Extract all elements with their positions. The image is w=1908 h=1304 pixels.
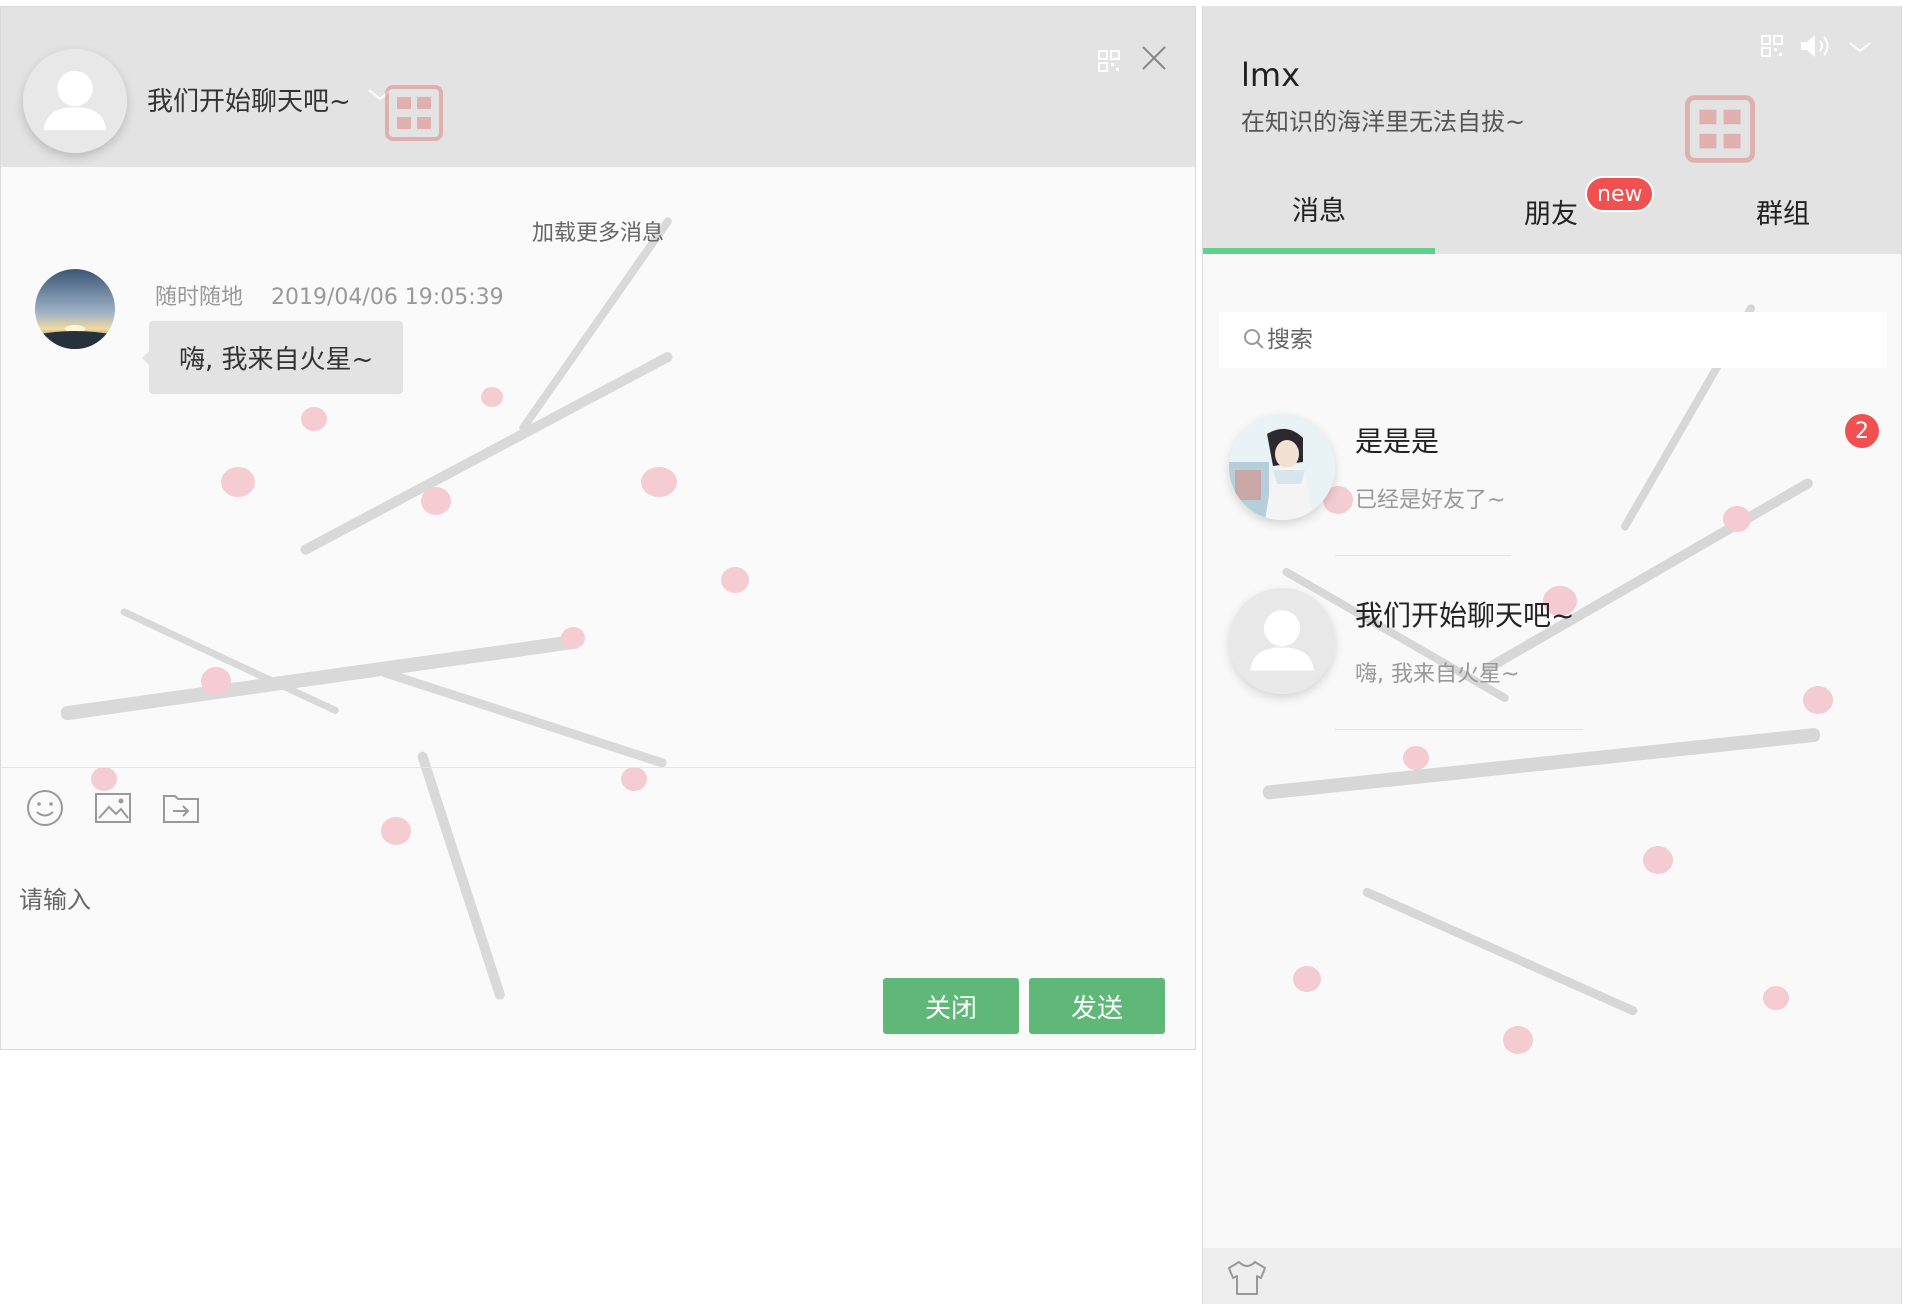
sender-avatar[interactable]: [35, 269, 115, 349]
message-input[interactable]: [19, 860, 1169, 940]
chevron-down-icon[interactable]: [1847, 32, 1873, 60]
conversation-item[interactable]: 我们开始聊天吧~ 嗨, 我来自火星~: [1203, 556, 1901, 730]
message-time: 2019/04/06 19:05:39: [271, 285, 504, 310]
chat-title: 我们开始聊天吧~: [147, 87, 351, 117]
conversation-avatar: [1229, 588, 1335, 694]
conversation-name: 我们开始聊天吧~: [1355, 599, 1575, 632]
main-panel: lmx 在知识的海洋里无法自拔~ 消息 朋友 群组 new 搜索 是是是 已经是…: [1202, 6, 1902, 1304]
send-button[interactable]: 发送: [1029, 978, 1165, 1034]
image-icon[interactable]: [93, 788, 133, 828]
qrcode-icon[interactable]: [1097, 49, 1121, 73]
conversation-preview: 嗨, 我来自火星~: [1355, 662, 1520, 687]
conversation-avatar: [1229, 414, 1335, 520]
contact-avatar[interactable]: [23, 49, 127, 153]
search-box[interactable]: [1219, 312, 1887, 368]
load-more-link[interactable]: 加载更多消息: [1, 215, 1195, 247]
conversation-divider: [1335, 729, 1583, 730]
message-list[interactable]: 加载更多消息 随时随地 2019/04/06 19:05:39 嗨, 我来自火星~: [1, 167, 1195, 771]
user-placeholder-icon: [23, 49, 127, 153]
message-bubble: 嗨, 我来自火星~: [141, 321, 404, 394]
chat-window: 我们开始聊天吧~ 加载更多消息 随时随地 2019/04/06 19:05:39…: [0, 6, 1196, 1050]
input-area: 关闭 发送: [1, 767, 1195, 1049]
chat-header: 我们开始聊天吧~: [1, 7, 1195, 167]
panel-footer: [1203, 1248, 1901, 1304]
close-icon[interactable]: [1139, 43, 1169, 73]
conversation-item[interactable]: 是是是 已经是好友了~ 2: [1203, 382, 1901, 556]
new-badge: new: [1585, 176, 1655, 212]
sender-name: 随时随地: [155, 285, 244, 310]
conversation-name: 是是是: [1355, 425, 1440, 458]
seal-stamp-icon: [1685, 94, 1755, 164]
conversation-preview: 已经是好友了~: [1355, 488, 1506, 513]
sound-icon[interactable]: [1799, 32, 1833, 60]
unread-count-badge: 2: [1845, 414, 1879, 448]
qrcode-icon[interactable]: [1761, 32, 1783, 60]
tab-groups[interactable]: 群组: [1667, 168, 1899, 254]
user-name[interactable]: lmx: [1241, 56, 1300, 94]
tab-messages[interactable]: 消息: [1203, 168, 1435, 254]
close-button[interactable]: 关闭: [883, 978, 1019, 1034]
message-meta: 随时随地 2019/04/06 19:05:39: [155, 279, 504, 311]
user-placeholder-icon: [1229, 588, 1335, 694]
file-icon[interactable]: [161, 788, 201, 828]
search-icon: [1244, 329, 1264, 349]
tab-bar: 消息 朋友 群组: [1203, 168, 1901, 254]
user-signature[interactable]: 在知识的海洋里无法自拔~: [1241, 102, 1525, 137]
search-input[interactable]: [1267, 320, 1867, 360]
panel-header: lmx 在知识的海洋里无法自拔~: [1203, 6, 1901, 168]
shirt-icon[interactable]: [1225, 1258, 1269, 1298]
emoji-icon[interactable]: [25, 788, 65, 828]
seal-stamp-icon: [385, 85, 443, 141]
